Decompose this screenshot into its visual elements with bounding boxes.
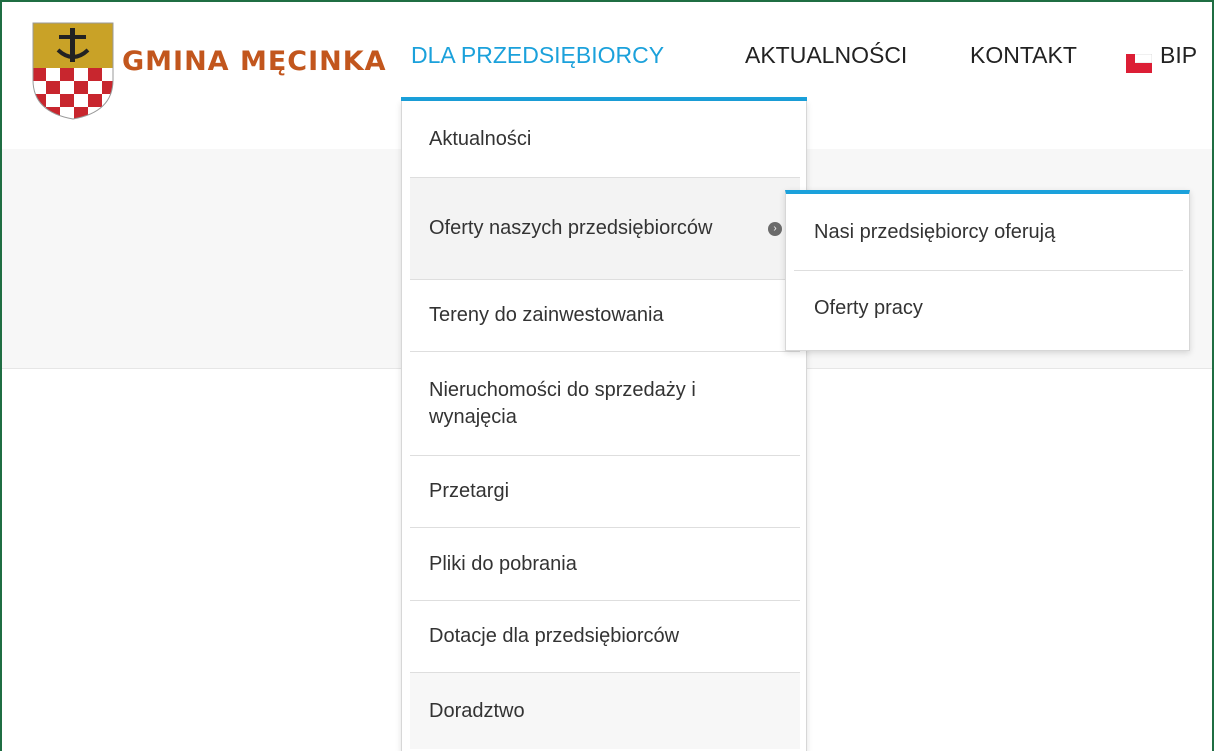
menu-item-label: Aktualności [429,127,532,150]
submenu-item-nasi-przedsiebiorcy-oferuja[interactable]: Nasi przedsiębiorcy oferują [794,194,1183,271]
submenu-item-oferty-pracy[interactable]: Oferty pracy [794,271,1183,347]
nav-item-dla-przedsiebiorcy[interactable]: DLA PRZEDSIĘBIORCY [411,42,664,69]
nav-item-aktualnosci[interactable]: AKTUALNOŚCI [745,42,907,69]
menu-item-label: Doradztwo [429,699,525,722]
menu-item-doradztwo[interactable]: Doradztwo [410,673,800,749]
chevron-right-icon: › [768,221,782,236]
menu-item-label: Dotacje dla przedsiębiorców [429,625,680,647]
submenu-item-label: Nasi przedsiębiorcy oferują [814,220,1056,243]
menu-item-dotacje[interactable]: Dotacje dla przedsiębiorców [410,601,800,673]
menu-item-pliki-do-pobrania[interactable]: Pliki do pobrania [410,528,800,601]
menu-item-aktualnosci[interactable]: Aktualności [410,101,800,178]
menu-item-label: Przetargi [429,480,510,502]
menu-item-tereny-do-zainwestowania[interactable]: Tereny do zainwestowania [410,280,800,352]
submenu-item-label: Oferty pracy [814,297,923,319]
menu-item-przetargi[interactable]: Przetargi [410,456,800,528]
submenu: Nasi przedsiębiorcy oferują Oferty pracy [785,190,1190,351]
dropdown-menu: Aktualności Oferty naszych przedsiębiorc… [401,101,807,751]
menu-item-label: Nieruchomości do sprzedaży i wynajęcia [429,378,696,428]
coat-of-arms-icon[interactable] [32,22,114,120]
menu-item-nieruchomosci[interactable]: Nieruchomości do sprzedaży i wynajęcia [410,352,800,456]
menu-item-label: Tereny do zainwestowania [429,304,664,326]
nav-item-bip[interactable]: BIP [1160,42,1197,69]
menu-item-oferty-naszych-przedsiebiorcow[interactable]: Oferty naszych przedsiębiorców › [410,178,800,280]
nav-item-kontakt[interactable]: KONTAKT [970,42,1077,69]
page-frame: GMINA MĘCINKA DLA PRZEDSIĘBIORCY AKTUALN… [0,0,1214,751]
menu-item-label: Pliki do pobrania [429,552,577,575]
site-name[interactable]: GMINA MĘCINKA [122,46,387,77]
bip-flag-icon[interactable] [1126,54,1152,73]
menu-item-label: Oferty naszych przedsiębiorców [429,217,713,239]
